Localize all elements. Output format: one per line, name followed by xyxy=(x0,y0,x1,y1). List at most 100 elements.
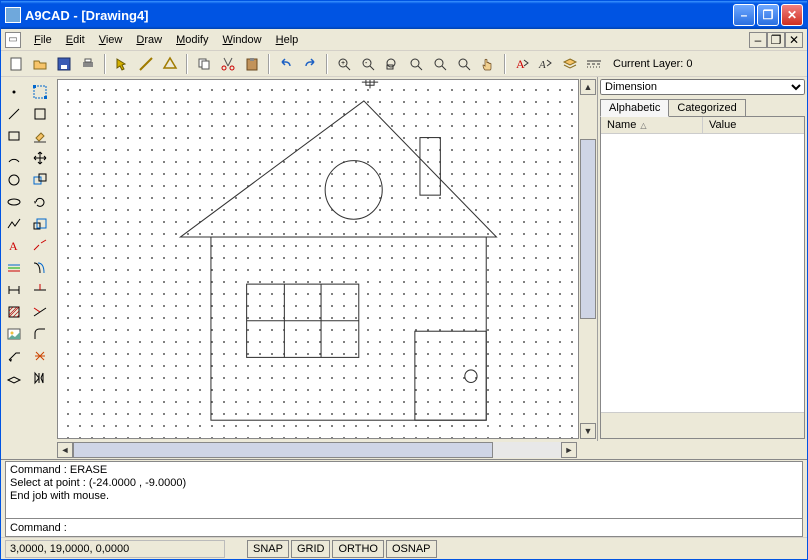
svg-text:A: A xyxy=(9,239,18,253)
zoom-previous-button[interactable] xyxy=(453,53,475,75)
coordinates-readout: 3,0000, 19,0000, 0,0000 xyxy=(5,540,225,558)
zoom-in-button[interactable]: + xyxy=(333,53,355,75)
menu-modify[interactable]: Modify xyxy=(169,32,215,48)
redo-button[interactable] xyxy=(299,53,321,75)
cut-button[interactable] xyxy=(217,53,239,75)
leader-tool[interactable] xyxy=(3,345,25,367)
command-area: Command : ERASE Select at point : (-24.0… xyxy=(1,459,807,537)
polyline-tool[interactable] xyxy=(3,213,25,235)
trim-tool[interactable] xyxy=(29,279,51,301)
line-tool[interactable] xyxy=(3,103,25,125)
distance-tool-button[interactable] xyxy=(135,53,157,75)
arc-tool[interactable] xyxy=(3,147,25,169)
linetypes-button[interactable] xyxy=(583,53,605,75)
column-value-header[interactable]: Value xyxy=(703,117,804,133)
menu-window[interactable]: Window xyxy=(215,32,268,48)
copy-button[interactable] xyxy=(193,53,215,75)
pick-tool-button[interactable] xyxy=(111,53,133,75)
maximize-button[interactable]: ❐ xyxy=(757,4,779,26)
zoom-realtime-button[interactable] xyxy=(429,53,451,75)
tab-alphabetic[interactable]: Alphabetic xyxy=(600,99,669,117)
column-name-header[interactable]: Name△ xyxy=(601,117,703,133)
properties-description xyxy=(601,412,804,438)
mdi-close-button[interactable]: ✕ xyxy=(785,32,803,48)
draw-toolbar: A xyxy=(1,77,27,459)
dimension-tool[interactable] xyxy=(3,279,25,301)
svg-text:A: A xyxy=(538,59,546,71)
zoom-window-button[interactable] xyxy=(381,53,403,75)
mtext-tool[interactable] xyxy=(3,257,25,279)
properties-panel: Dimension Alphabetic Categorized Name△ V… xyxy=(597,77,807,441)
scroll-down-button[interactable]: ▼ xyxy=(580,423,596,439)
menu-draw[interactable]: Draw xyxy=(129,32,169,48)
select-rect-tool[interactable] xyxy=(29,103,51,125)
circle-tool[interactable] xyxy=(3,169,25,191)
horizontal-scrollbar[interactable]: ◄ ► xyxy=(57,442,577,458)
drawing-canvas-area: ▲ ▼ xyxy=(53,77,597,441)
erase-tool[interactable] xyxy=(29,125,51,147)
zoom-out-button[interactable]: - xyxy=(357,53,379,75)
extend-tool[interactable] xyxy=(29,301,51,323)
rectangle-tool[interactable] xyxy=(3,125,25,147)
break-tool[interactable] xyxy=(29,235,51,257)
open-file-button[interactable] xyxy=(29,53,51,75)
scroll-left-button[interactable]: ◄ xyxy=(57,442,73,458)
offset-tool[interactable] xyxy=(29,257,51,279)
copy-tool[interactable] xyxy=(29,169,51,191)
osnap-toggle[interactable]: OSNAP xyxy=(386,540,437,558)
app-icon xyxy=(5,7,21,23)
document-icon[interactable]: ▭ xyxy=(5,32,21,48)
scroll-right-button[interactable]: ► xyxy=(561,442,577,458)
image-tool[interactable] xyxy=(3,323,25,345)
zoom-extents-button[interactable] xyxy=(405,53,427,75)
save-button[interactable] xyxy=(53,53,75,75)
move-tool[interactable] xyxy=(29,147,51,169)
new-file-button[interactable] xyxy=(5,53,27,75)
vscroll-thumb[interactable] xyxy=(580,139,596,319)
close-button[interactable]: ✕ xyxy=(781,4,803,26)
entity-type-dropdown[interactable]: Dimension xyxy=(600,79,805,95)
scale-tool[interactable] xyxy=(29,213,51,235)
snap-toggle[interactable]: SNAP xyxy=(247,540,289,558)
point-tool[interactable] xyxy=(3,81,25,103)
text-style-button[interactable]: A xyxy=(511,53,533,75)
tab-categorized[interactable]: Categorized xyxy=(668,99,745,117)
mdi-minimize-button[interactable]: – xyxy=(749,32,767,48)
menu-edit[interactable]: Edit xyxy=(59,32,92,48)
explode-tool[interactable] xyxy=(29,345,51,367)
sort-asc-icon: △ xyxy=(640,121,646,130)
titlebar: A9CAD - [Drawing4] – ❐ ✕ xyxy=(1,1,807,29)
modify-toolbar xyxy=(27,77,53,459)
menu-file[interactable]: File xyxy=(27,32,59,48)
select-window-tool[interactable] xyxy=(29,81,51,103)
grid-toggle[interactable]: GRID xyxy=(291,540,331,558)
dim-style-button[interactable]: A xyxy=(535,53,557,75)
svg-text:-: - xyxy=(365,60,368,67)
print-button[interactable] xyxy=(77,53,99,75)
hatch-tool[interactable] xyxy=(3,301,25,323)
layers-button[interactable] xyxy=(559,53,581,75)
menubar: ▭ File Edit View Draw Modify Window Help… xyxy=(1,29,807,51)
area-tool-button[interactable] xyxy=(159,53,181,75)
mdi-restore-button[interactable]: ❐ xyxy=(767,32,785,48)
mirror-tool[interactable] xyxy=(29,367,51,389)
undo-button[interactable] xyxy=(275,53,297,75)
drawing-canvas[interactable] xyxy=(57,79,579,439)
properties-grid: Name△ Value xyxy=(600,116,805,439)
command-input[interactable] xyxy=(67,521,802,535)
ortho-toggle[interactable]: ORTHO xyxy=(332,540,384,558)
scroll-up-button[interactable]: ▲ xyxy=(580,79,596,95)
menu-help[interactable]: Help xyxy=(269,32,306,48)
paste-button[interactable] xyxy=(241,53,263,75)
minimize-button[interactable]: – xyxy=(733,4,755,26)
fillet-tool[interactable] xyxy=(29,323,51,345)
menu-view[interactable]: View xyxy=(92,32,130,48)
text-tool[interactable]: A xyxy=(3,235,25,257)
block-tool[interactable] xyxy=(3,367,25,389)
vertical-scrollbar[interactable]: ▲ ▼ xyxy=(580,79,596,439)
hscroll-thumb[interactable] xyxy=(73,442,493,458)
ellipse-tool[interactable] xyxy=(3,191,25,213)
pan-button[interactable] xyxy=(477,53,499,75)
rotate-tool[interactable] xyxy=(29,191,51,213)
svg-text:+: + xyxy=(341,60,345,67)
